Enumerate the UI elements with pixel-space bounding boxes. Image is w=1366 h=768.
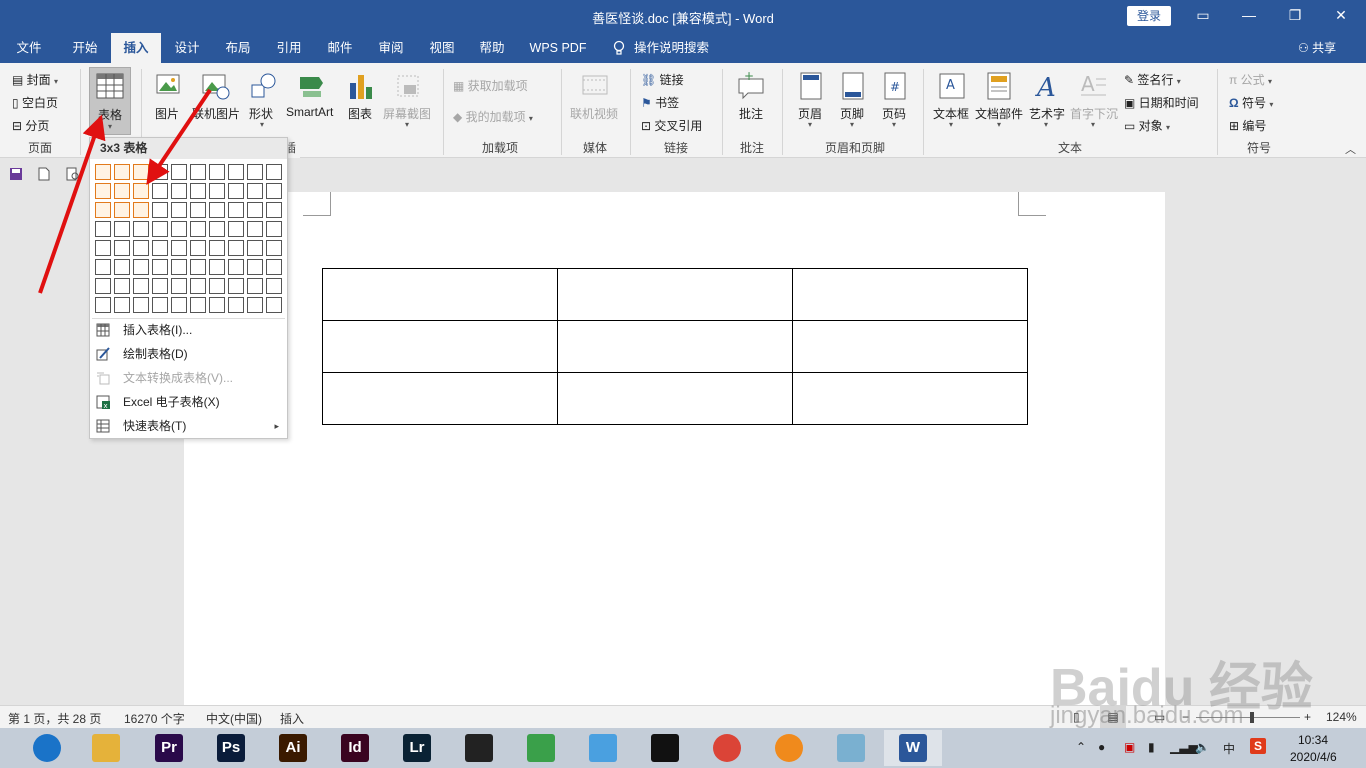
qq-tray-icon[interactable]: ●: [1098, 740, 1105, 754]
lightroom-icon: Lr: [403, 734, 431, 762]
battery-icon[interactable]: ▮: [1148, 740, 1155, 754]
word-icon: W: [899, 734, 927, 762]
app-13-icon: [775, 734, 803, 762]
word-count[interactable]: 16270 个字: [124, 710, 185, 727]
volume-icon[interactable]: 🔈: [1195, 740, 1210, 754]
app-9-icon: [527, 734, 555, 762]
clock-date[interactable]: 2020/4/6: [1290, 750, 1337, 764]
taskbar-app-photoshop[interactable]: Ps: [202, 730, 260, 766]
network-icon[interactable]: ▁▃▅: [1170, 740, 1198, 754]
illustrator-icon: Ai: [279, 734, 307, 762]
insert-mode[interactable]: 插入: [280, 710, 304, 727]
premiere-icon: Pr: [155, 734, 183, 762]
red-arrow-to-grid: [146, 88, 212, 185]
tray-app-icon[interactable]: ▣: [1124, 740, 1135, 754]
baidu-watermark: Baidu 经验 jingyan.baidu.com: [1045, 620, 1345, 740]
taskbar-app-app-14[interactable]: [822, 730, 880, 766]
taskbar-app-word[interactable]: W: [884, 730, 942, 766]
taskbar-app-browser[interactable]: [18, 730, 76, 766]
red-arrow-to-table: [38, 114, 106, 294]
watermark-url: jingyan.baidu.com: [1050, 702, 1244, 729]
app-10-icon: [589, 734, 617, 762]
taskbar-app-indesign[interactable]: Id: [326, 730, 384, 766]
taskbar-app-app-10[interactable]: [574, 730, 632, 766]
video-editor-icon: [465, 734, 493, 762]
taskbar-app-video-editor[interactable]: [450, 730, 508, 766]
taskbar-app-qq[interactable]: [636, 730, 694, 766]
show-hidden-icons[interactable]: ⌃: [1076, 740, 1086, 754]
sogou-ime-icon[interactable]: S: [1250, 738, 1266, 754]
page-count[interactable]: 第 1 页，共 28 页: [8, 710, 101, 727]
taskbar-app-premiere[interactable]: Pr: [140, 730, 198, 766]
qq-icon: [651, 734, 679, 762]
taskbar-app-lightroom[interactable]: Lr: [388, 730, 446, 766]
taskbar-app-chrome[interactable]: [698, 730, 756, 766]
taskbar-app-explorer[interactable]: [77, 730, 135, 766]
app-14-icon: [837, 734, 865, 762]
taskbar-app-app-13[interactable]: [760, 730, 818, 766]
photoshop-icon: Ps: [217, 734, 245, 762]
browser-icon: [33, 734, 61, 762]
ime-indicator[interactable]: 中: [1223, 740, 1235, 757]
taskbar-app-illustrator[interactable]: Ai: [264, 730, 322, 766]
indesign-icon: Id: [341, 734, 369, 762]
chrome-icon: [713, 734, 741, 762]
taskbar-app-app-9[interactable]: [512, 730, 570, 766]
language-indicator[interactable]: 中文(中国): [206, 710, 262, 727]
explorer-icon: [92, 734, 120, 762]
